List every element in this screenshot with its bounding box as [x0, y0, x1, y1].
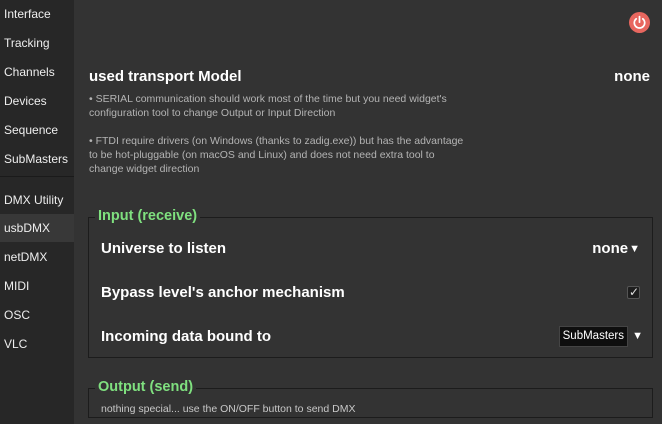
input-group: Input (receive) Universe to listen none▼…	[88, 207, 653, 358]
caret-down-icon: ▼	[629, 243, 640, 255]
universe-dropdown[interactable]: none▼	[592, 240, 640, 257]
checkmark-icon: ✓	[629, 285, 640, 299]
serial-description-line-1: • SERIAL communication should work most …	[89, 93, 447, 105]
bypass-anchor-label: Bypass level's anchor mechanism	[101, 284, 345, 301]
universe-value: none	[592, 240, 629, 257]
sidebar-item-devices[interactable]: Devices	[0, 87, 74, 115]
sidebar-item-midi[interactable]: MIDI	[0, 272, 74, 300]
incoming-data-bound-select[interactable]: SubMasters	[558, 326, 628, 347]
transport-model-dropdown[interactable]: none	[614, 68, 650, 85]
sidebar-item-dmx-utility[interactable]: DMX Utility	[0, 186, 74, 214]
main-panel: used transport Model none • SERIAL commu…	[74, 0, 662, 424]
output-description: nothing special... use the ON/OFF button…	[101, 403, 356, 415]
universe-to-listen-label: Universe to listen	[101, 240, 227, 257]
bypass-anchor-checkbox[interactable]: ✓	[627, 285, 640, 299]
sidebar-item-netdmx[interactable]: netDMX	[0, 243, 74, 271]
caret-down-icon[interactable]: ▼	[632, 330, 643, 342]
sidebar-item-sequence[interactable]: Sequence	[0, 116, 74, 144]
sidebar-item-vlc[interactable]: VLC	[0, 330, 74, 358]
incoming-data-bound-label: Incoming data bound to	[101, 328, 271, 345]
sidebar-divider	[0, 176, 74, 177]
power-icon	[633, 15, 646, 29]
sidebar-item-submasters[interactable]: SubMasters	[0, 145, 74, 173]
output-group: Output (send) nothing special... use the…	[88, 378, 653, 418]
sidebar-item-interface[interactable]: Interface	[0, 0, 74, 28]
sidebar-item-usbdmx[interactable]: usbDMX	[0, 214, 74, 242]
ftdi-description-line-2: to be hot-pluggable (on macOS and Linux)…	[89, 149, 435, 161]
transport-model-label: used transport Model	[89, 68, 242, 85]
power-button[interactable]	[629, 12, 650, 33]
ftdi-description-line-3: change widget direction	[89, 163, 200, 175]
sidebar-item-osc[interactable]: OSC	[0, 301, 74, 329]
ftdi-description-line-1: • FTDI require drivers (on Windows (than…	[89, 135, 464, 147]
output-group-title: Output (send)	[95, 378, 197, 396]
sidebar: Interface Tracking Channels Devices Sequ…	[0, 0, 74, 424]
sidebar-item-channels[interactable]: Channels	[0, 58, 74, 86]
input-group-title: Input (receive)	[95, 207, 201, 225]
serial-description-line-2: configuration tool to change Output or I…	[89, 107, 336, 119]
sidebar-item-tracking[interactable]: Tracking	[0, 29, 74, 57]
